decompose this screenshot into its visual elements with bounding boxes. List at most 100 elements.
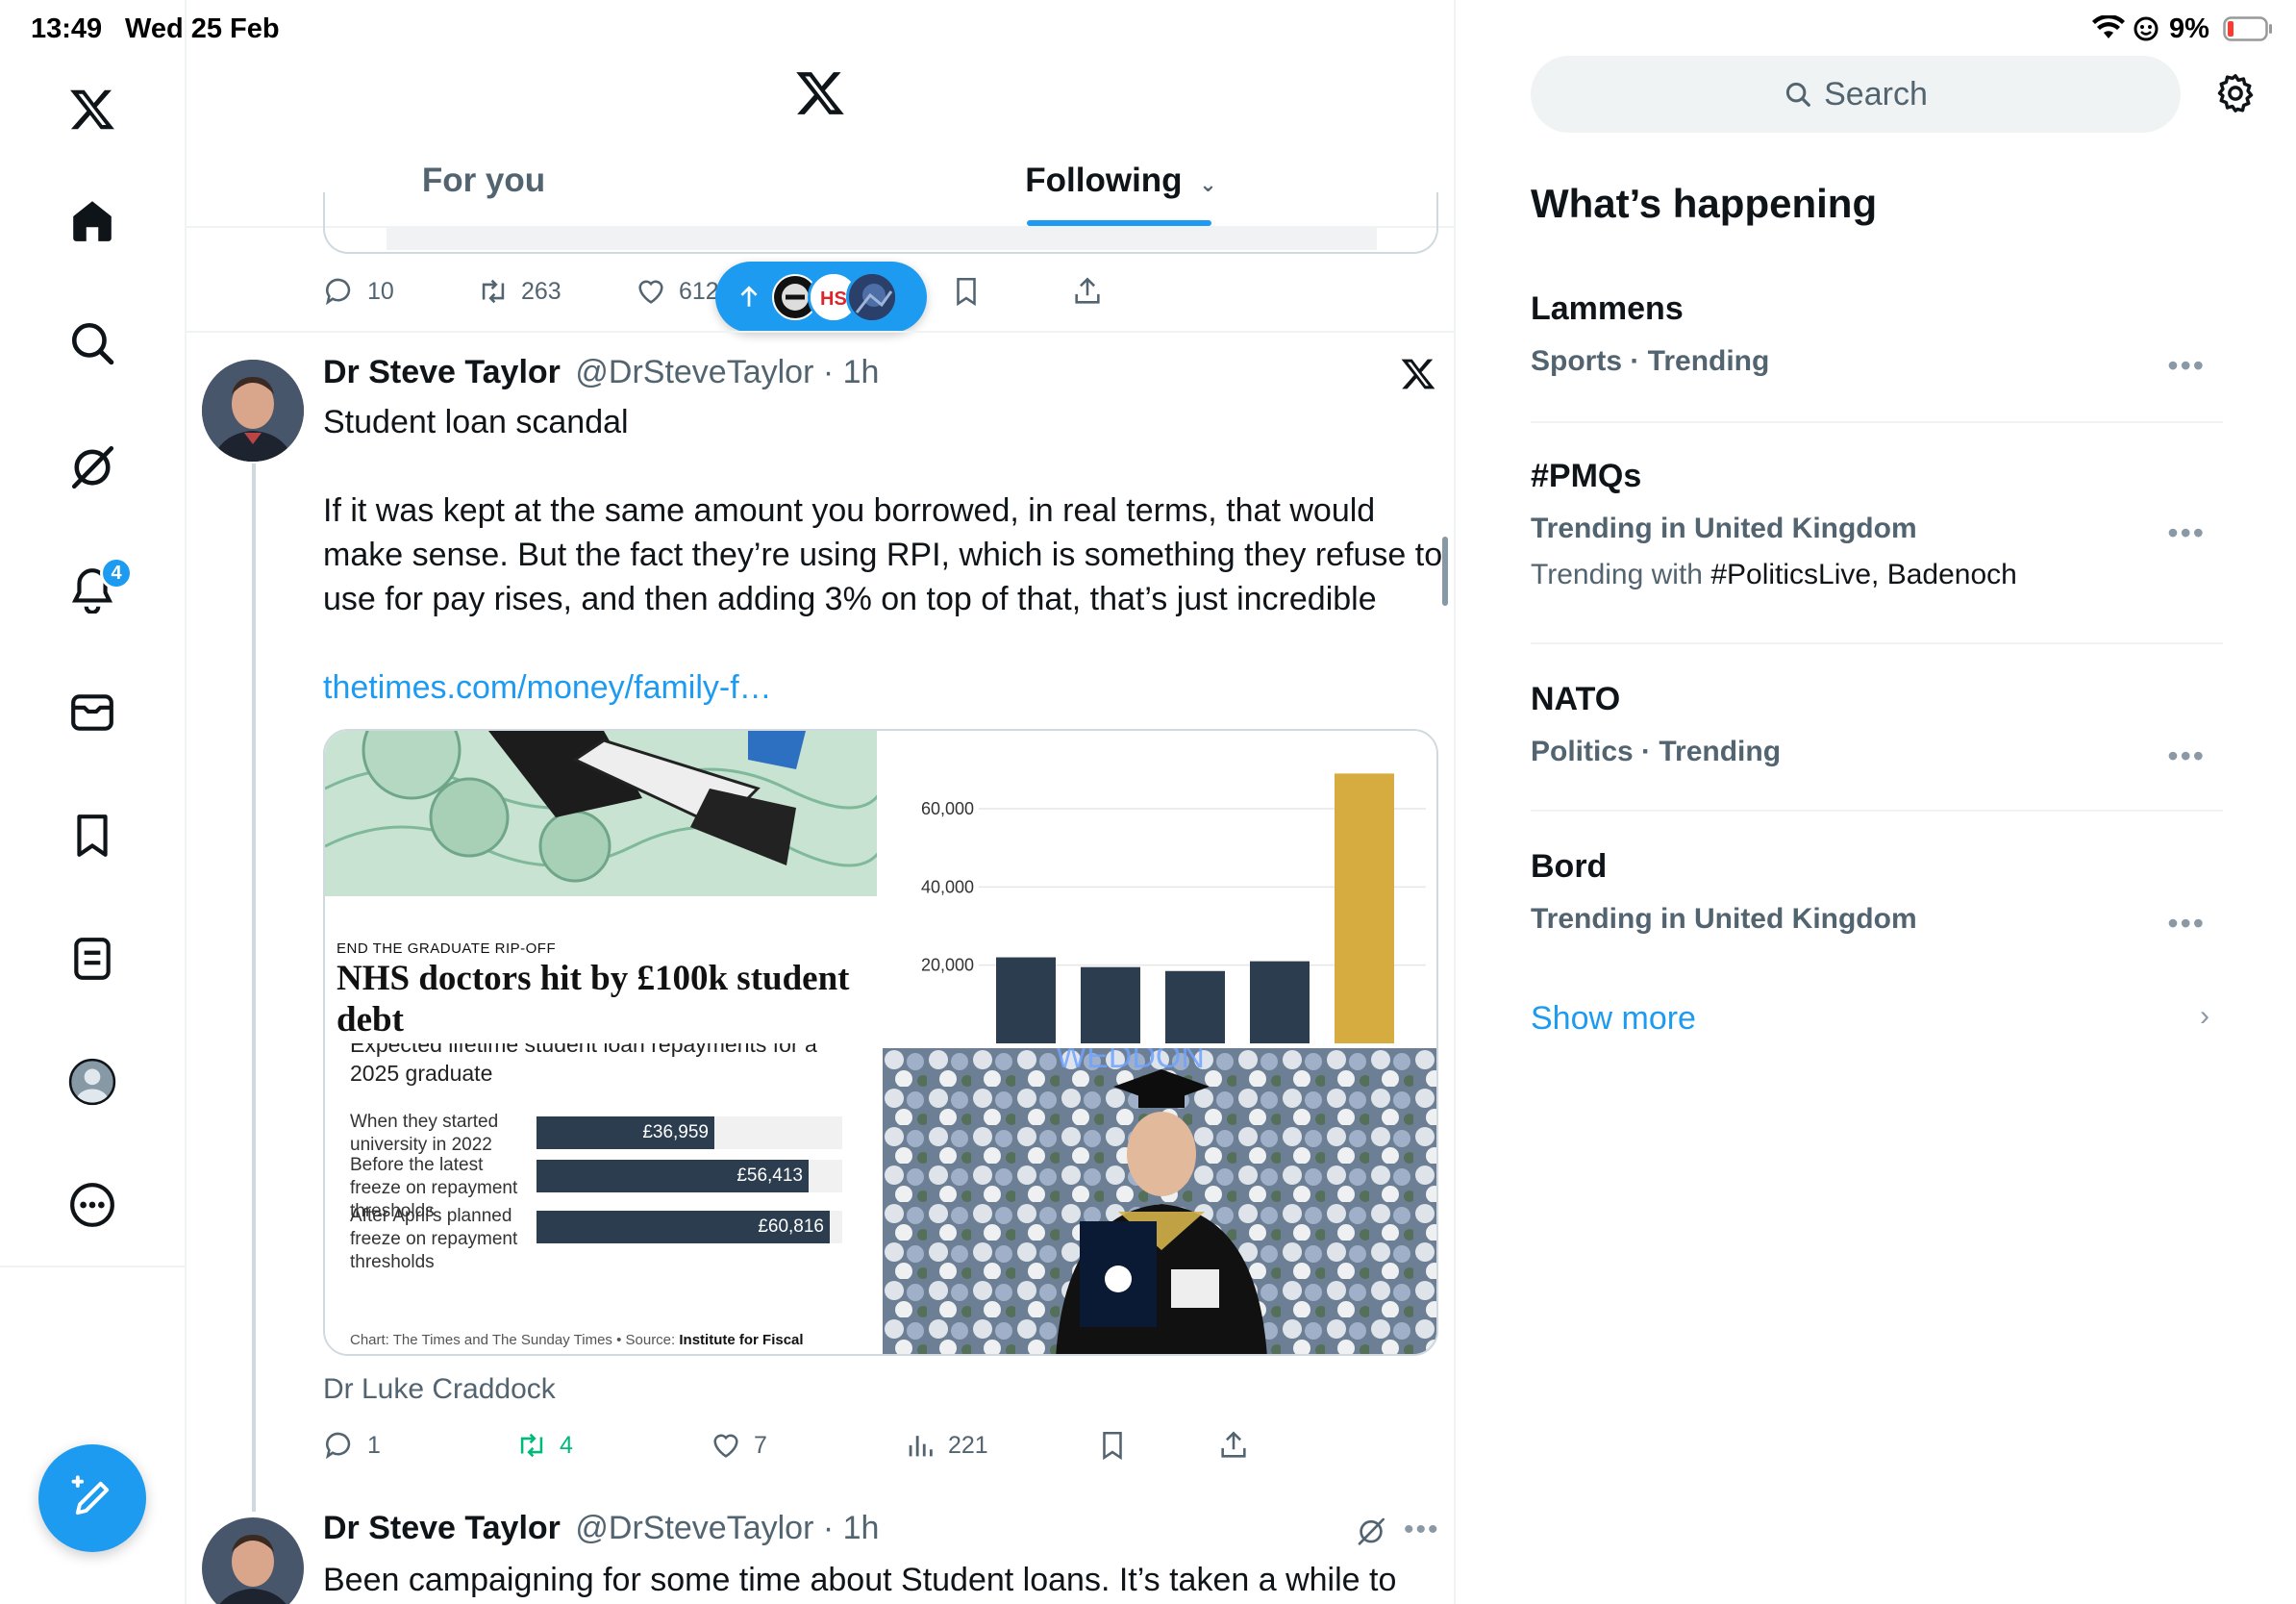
trend-item[interactable]: #PMQs Trending in United Kingdom Trendin… <box>1531 458 2223 591</box>
avatar[interactable] <box>202 360 304 462</box>
views-icon <box>909 1436 933 1457</box>
author-name[interactable]: Dr Steve Taylor <box>323 1510 561 1546</box>
trend-item[interactable]: Lammens Sports · Trending ••• <box>1531 290 2223 383</box>
media-attribution[interactable]: Dr Luke Craddock <box>323 1373 556 1406</box>
repayment-bar: £56,413 <box>537 1160 809 1192</box>
trend-item[interactable]: NATO Politics · Trending ••• <box>1531 681 2223 773</box>
prev-card-strip <box>387 227 1377 250</box>
prev-like-button[interactable]: 612 <box>635 275 719 308</box>
compose-button[interactable] <box>38 1444 146 1552</box>
repayment-bar-track: £56,413 <box>537 1160 842 1192</box>
trend-meta: Trending in United Kingdom <box>1531 513 1917 544</box>
reply-button[interactable]: 1 <box>323 1429 381 1462</box>
chart-bar <box>1335 773 1394 1043</box>
trend-more-icon[interactable]: ••• <box>2167 906 2206 941</box>
more-options-icon[interactable]: ••• <box>1404 1514 1440 1546</box>
trend-context: Trending with #PoliticsLive, Badenoch <box>1531 559 2017 590</box>
repayment-row-label: When they started university in 2022 <box>350 1112 499 1155</box>
tweet-time: 1h <box>842 1510 880 1546</box>
repost-count: 4 <box>560 1431 573 1459</box>
vertical-bar-chart: 60,000 40,000 20,000 <box>921 773 1426 1043</box>
like-button[interactable]: 7 <box>710 1429 767 1462</box>
trend-more-icon[interactable]: ••• <box>2167 739 2206 774</box>
reply-count: 1 <box>367 1431 381 1459</box>
thread-line <box>252 464 256 1512</box>
repayment-bar: £60,816 <box>537 1211 830 1243</box>
author-name[interactable]: Dr Steve Taylor <box>323 354 561 390</box>
whats-happening-title: What’s happening <box>1531 181 1878 226</box>
settings-gear-icon[interactable] <box>2213 71 2258 115</box>
trend-meta: Politics · Trending <box>1531 736 1782 767</box>
trend-item[interactable]: Bord Trending in United Kingdom ••• <box>1531 848 2223 940</box>
home-icon[interactable] <box>56 184 129 257</box>
header-x-logo-icon[interactable] <box>794 67 846 119</box>
heart-icon <box>638 280 663 304</box>
avatar[interactable] <box>202 1517 304 1604</box>
like-count: 7 <box>754 1431 767 1459</box>
tweet-header: Dr Steve Taylor @DrSteveTaylor · 1h <box>323 1510 880 1546</box>
trend-title: Bord <box>1531 848 1608 885</box>
status-bar: 13:49 Wed 25 Feb 9% <box>0 0 2296 58</box>
show-more-link[interactable]: Show more › <box>1531 1000 2223 1038</box>
prev-tweet-card[interactable] <box>323 192 1438 254</box>
tweet-title: Student loan scandal <box>323 404 629 440</box>
repayment-bar-value: £56,413 <box>736 1165 803 1186</box>
trend-more-icon[interactable]: ••• <box>2167 515 2206 551</box>
chevron-right-icon: › <box>2200 1000 2209 1032</box>
chart-subhead: 2025 graduate <box>350 1061 493 1086</box>
status-date: Wed 25 Feb <box>125 13 280 44</box>
timeline-scrollbar[interactable] <box>1442 537 1448 606</box>
prev-bookmark-button[interactable] <box>950 275 983 308</box>
chart-bar <box>996 957 1056 1043</box>
prev-reply-button[interactable]: 10 <box>323 275 394 308</box>
article-kicker: END THE GRADUATE RIP-OFF <box>337 940 557 957</box>
lists-icon[interactable] <box>56 922 129 995</box>
profile-avatar-icon[interactable] <box>56 1045 129 1118</box>
battery-icon <box>2223 16 2273 41</box>
arrow-up-icon <box>740 286 758 307</box>
tweet-link[interactable]: thetimes.com/money/family-f… <box>323 665 772 710</box>
photo-banner-text: WEDDON <box>1056 1048 1205 1075</box>
bookmark-button[interactable] <box>1096 1429 1129 1462</box>
x-logo-icon <box>1400 356 1436 392</box>
prev-repost-button[interactable]: 263 <box>477 275 562 308</box>
prev-reply-count: 10 <box>367 277 394 305</box>
prev-share-button[interactable] <box>1071 275 1104 308</box>
trend-more-icon[interactable]: ••• <box>2167 348 2206 384</box>
notifications-icon[interactable]: 4 <box>56 553 133 626</box>
views-count: 221 <box>948 1431 988 1459</box>
views-button[interactable]: 221 <box>904 1429 988 1462</box>
messages-icon[interactable] <box>56 676 129 749</box>
x-logo-icon[interactable] <box>56 73 129 146</box>
new-posts-pill[interactable]: HS <box>715 262 927 333</box>
grok-icon[interactable] <box>56 430 129 503</box>
repost-button[interactable]: 4 <box>515 1429 573 1462</box>
pill-avatar-3 <box>846 271 898 323</box>
media-repayments-chart[interactable]: Expected lifetime student loan repayment… <box>325 1043 877 1354</box>
nav-divider-line <box>185 0 187 1604</box>
y-tick-label: 40,000 <box>921 877 974 896</box>
share-button[interactable] <box>1217 1429 1250 1462</box>
trend-divider <box>1531 642 2223 644</box>
repayment-bar-value: £60,816 <box>758 1216 824 1237</box>
trend-meta: Sports · Trending <box>1531 345 1770 377</box>
author-handle[interactable]: @DrSteveTaylor <box>575 354 813 390</box>
media-article-image[interactable]: END THE GRADUATE RIP-OFF NHS doctors hit… <box>325 731 877 1043</box>
trend-meta: Trending in United Kingdom <box>1531 903 1917 935</box>
chart-bar <box>1250 961 1310 1043</box>
author-handle[interactable]: @DrSteveTaylor <box>575 1510 813 1546</box>
repayment-bar: £36,959 <box>537 1116 714 1149</box>
article-headline: NHS doctors hit by £100k student debt <box>337 959 850 1040</box>
trend-divider <box>1531 421 2223 423</box>
share-icon <box>1075 277 1100 304</box>
more-icon[interactable] <box>56 1168 129 1241</box>
trend-divider <box>1531 810 2223 812</box>
media-bar-chart[interactable]: 60,000 40,000 20,000 <box>883 731 1436 1043</box>
search-icon[interactable] <box>56 307 129 380</box>
bookmarks-icon[interactable] <box>56 799 129 872</box>
search-input[interactable]: Search <box>1531 56 2181 133</box>
tweet-media-grid[interactable]: END THE GRADUATE RIP-OFF NHS doctors hit… <box>323 729 1438 1356</box>
media-graduate-photo[interactable]: WEDDON <box>883 1048 1436 1354</box>
heart-icon <box>713 1434 738 1458</box>
grok-icon[interactable] <box>1356 1516 1386 1546</box>
